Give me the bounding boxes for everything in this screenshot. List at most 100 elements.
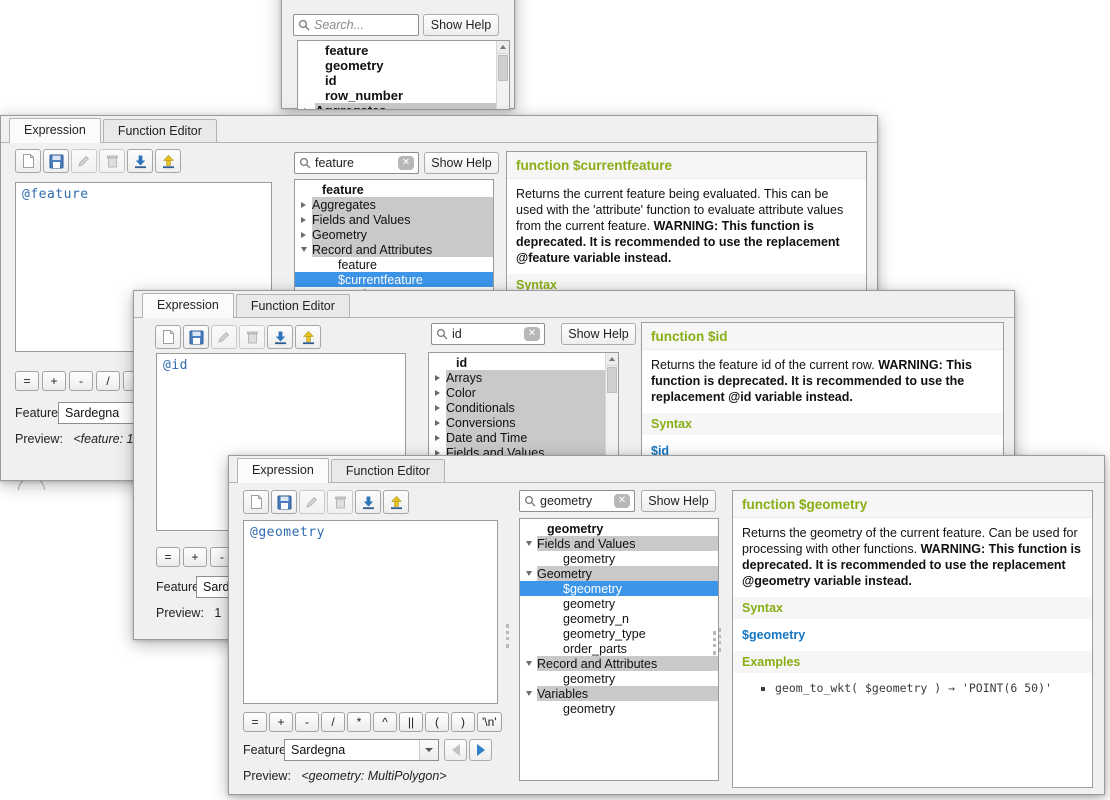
scroll-thumb[interactable]: [713, 631, 716, 655]
search-input[interactable]: [314, 18, 414, 32]
tree-item-selected[interactable]: $geometry: [520, 581, 718, 596]
delete-expression-button[interactable]: [327, 490, 353, 514]
tree-group[interactable]: Color: [429, 385, 618, 400]
delete-expression-button[interactable]: [99, 149, 125, 173]
feature-combobox[interactable]: Sardegna: [58, 402, 144, 424]
search-box[interactable]: ✕: [294, 152, 419, 174]
operator-button[interactable]: +: [183, 547, 207, 567]
scroll-up-icon[interactable]: [497, 41, 509, 54]
new-expression-button[interactable]: [243, 490, 269, 514]
import-expressions-button[interactable]: [267, 325, 293, 349]
tree-group[interactable]: Geometry: [520, 566, 718, 581]
search-input[interactable]: [452, 327, 520, 341]
tree-item[interactable]: geometry: [520, 671, 718, 686]
tree-item[interactable]: feature: [295, 257, 493, 272]
operator-button[interactable]: -: [69, 371, 93, 391]
import-expressions-button[interactable]: [355, 490, 381, 514]
list-group[interactable]: Aggregates: [298, 103, 509, 110]
search-box[interactable]: ✕: [519, 490, 635, 512]
tree-item[interactable]: id: [429, 355, 618, 370]
tab-function-editor[interactable]: Function Editor: [331, 459, 445, 482]
expander-expanded-icon[interactable]: [520, 566, 537, 581]
tree-group[interactable]: Record and Attributes: [295, 242, 493, 257]
tree-group[interactable]: Variables: [520, 686, 718, 701]
tree-item[interactable]: geometry: [520, 701, 718, 716]
tree-group[interactable]: Conditionals: [429, 400, 618, 415]
tab-expression[interactable]: Expression: [237, 458, 329, 483]
operator-button[interactable]: =: [243, 712, 267, 732]
search-input[interactable]: [315, 156, 394, 170]
operator-button[interactable]: =: [15, 371, 39, 391]
tree-item[interactable]: feature: [295, 182, 493, 197]
tab-expression[interactable]: Expression: [142, 293, 234, 318]
expander-collapsed-icon[interactable]: [295, 227, 312, 242]
expander-collapsed-icon[interactable]: [429, 415, 446, 430]
expander-collapsed-icon[interactable]: [298, 103, 315, 110]
expander-collapsed-icon[interactable]: [295, 212, 312, 227]
tree-group[interactable]: Date and Time: [429, 430, 618, 445]
list-item[interactable]: row_number: [298, 88, 509, 103]
tab-expression[interactable]: Expression: [9, 118, 101, 143]
feature-combobox[interactable]: Sardegna: [284, 739, 439, 761]
scroll-up-icon[interactable]: [606, 353, 618, 366]
new-expression-button[interactable]: [15, 149, 41, 173]
tree-group[interactable]: Record and Attributes: [520, 656, 718, 671]
clear-search-icon[interactable]: ✕: [398, 156, 414, 170]
tab-function-editor[interactable]: Function Editor: [103, 119, 217, 142]
operator-button[interactable]: +: [42, 371, 66, 391]
tree-group[interactable]: Conversions: [429, 415, 618, 430]
save-expression-button[interactable]: [183, 325, 209, 349]
tree-group[interactable]: Geometry: [295, 227, 493, 242]
expander-collapsed-icon[interactable]: [429, 430, 446, 445]
list-item[interactable]: geometry: [298, 58, 509, 73]
tab-function-editor[interactable]: Function Editor: [236, 294, 350, 317]
operator-button[interactable]: ): [451, 712, 475, 732]
operator-button[interactable]: /: [96, 371, 120, 391]
edit-expression-button[interactable]: [71, 149, 97, 173]
chevron-down-icon[interactable]: [419, 740, 438, 760]
show-help-button[interactable]: Show Help: [561, 323, 636, 345]
tree-group[interactable]: Aggregates: [295, 197, 493, 212]
operator-button[interactable]: -: [295, 712, 319, 732]
previous-feature-button[interactable]: [444, 739, 467, 761]
list-item[interactable]: feature: [298, 43, 509, 58]
tree-item[interactable]: geometry: [520, 596, 718, 611]
operator-button[interactable]: +: [269, 712, 293, 732]
search-box[interactable]: [293, 14, 419, 36]
expander-collapsed-icon[interactable]: [429, 385, 446, 400]
show-help-button[interactable]: Show Help: [423, 14, 499, 36]
tree-item[interactable]: geometry_n: [520, 611, 718, 626]
scroll-thumb[interactable]: [498, 55, 508, 81]
search-box[interactable]: ✕: [431, 323, 545, 345]
expander-expanded-icon[interactable]: [520, 656, 537, 671]
show-help-button[interactable]: Show Help: [424, 152, 499, 174]
operator-button[interactable]: /: [321, 712, 345, 732]
tree-item[interactable]: geometry: [520, 551, 718, 566]
next-feature-button[interactable]: [469, 739, 492, 761]
export-expressions-button[interactable]: [155, 149, 181, 173]
list-item[interactable]: id: [298, 73, 509, 88]
clear-search-icon[interactable]: ✕: [614, 494, 630, 508]
operator-button[interactable]: '\n': [477, 712, 502, 732]
operator-button[interactable]: ^: [373, 712, 397, 732]
expander-collapsed-icon[interactable]: [295, 197, 312, 212]
export-expressions-button[interactable]: [295, 325, 321, 349]
expander-expanded-icon[interactable]: [520, 686, 537, 701]
operator-button[interactable]: =: [156, 547, 180, 567]
scrollbar[interactable]: [496, 41, 509, 109]
tree-item[interactable]: order_parts: [520, 641, 718, 656]
show-help-button[interactable]: Show Help: [641, 490, 716, 512]
edit-expression-button[interactable]: [299, 490, 325, 514]
operator-button[interactable]: *: [347, 712, 371, 732]
edit-expression-button[interactable]: [211, 325, 237, 349]
operator-button[interactable]: ||: [399, 712, 423, 732]
expander-expanded-icon[interactable]: [520, 536, 537, 551]
save-expression-button[interactable]: [271, 490, 297, 514]
export-expressions-button[interactable]: [383, 490, 409, 514]
expression-editor[interactable]: @geometry: [243, 520, 498, 704]
tree-group[interactable]: Fields and Values: [520, 536, 718, 551]
splitter-handle[interactable]: [506, 624, 509, 648]
scroll-thumb[interactable]: [607, 367, 617, 393]
import-expressions-button[interactable]: [127, 149, 153, 173]
new-expression-button[interactable]: [155, 325, 181, 349]
